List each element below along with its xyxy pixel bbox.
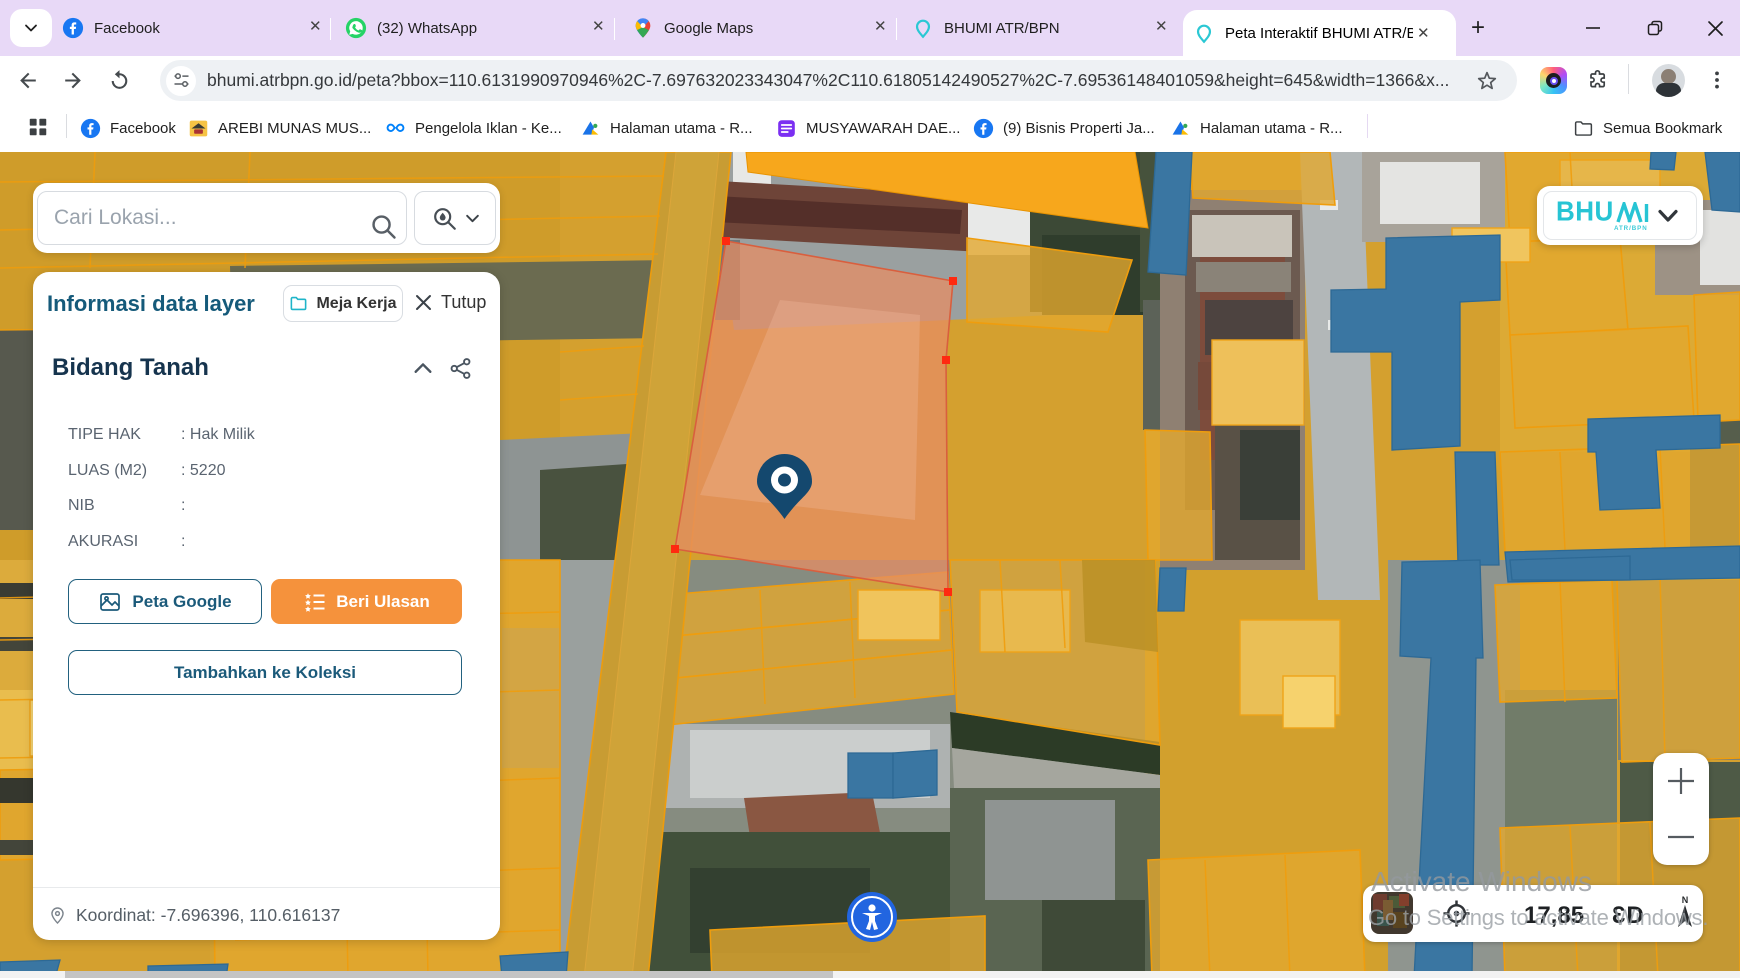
svg-text:N: N	[1682, 895, 1689, 905]
